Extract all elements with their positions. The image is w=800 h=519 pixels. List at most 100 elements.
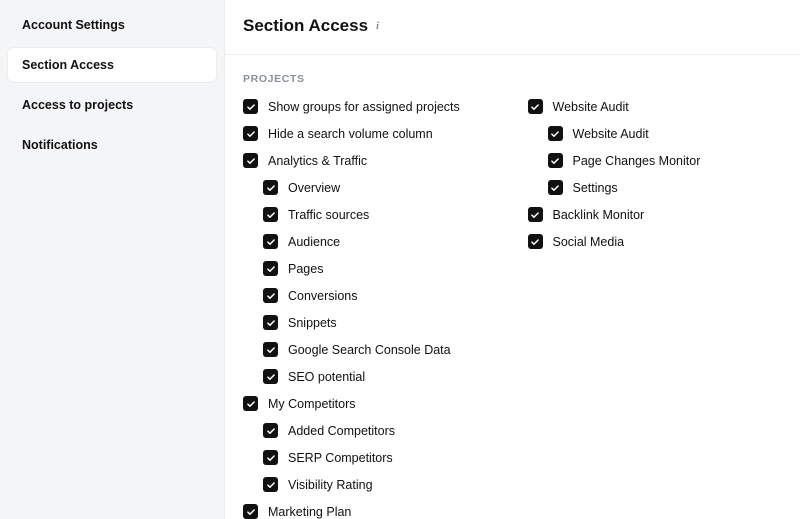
checkbox[interactable] (528, 99, 543, 114)
check-label: Settings (573, 181, 618, 195)
checkbox[interactable] (548, 153, 563, 168)
check-label: Social Media (553, 235, 625, 249)
checkbox[interactable] (263, 315, 278, 330)
check-label: Added Competitors (288, 424, 395, 438)
check-icon (266, 183, 276, 193)
checkbox[interactable] (528, 207, 543, 222)
check-icon (246, 102, 256, 112)
checkbox[interactable] (263, 450, 278, 465)
check-icon (266, 210, 276, 220)
checkbox[interactable] (243, 99, 258, 114)
checkbox[interactable] (263, 342, 278, 357)
check-row: Traffic sources (263, 207, 498, 222)
column-left: Show groups for assigned projects Hide a… (243, 99, 498, 519)
check-label: Conversions (288, 289, 357, 303)
check-label: Overview (288, 181, 340, 195)
main: Section Access i PROJECTS Show groups fo… (224, 0, 800, 519)
check-label: Audience (288, 235, 340, 249)
checkbox[interactable] (263, 261, 278, 276)
check-label: SEO potential (288, 370, 365, 384)
check-label: Website Audit (573, 127, 649, 141)
check-row: Website Audit (548, 126, 783, 141)
check-label: Traffic sources (288, 208, 369, 222)
check-label: Backlink Monitor (553, 208, 645, 222)
check-row: SERP Competitors (263, 450, 498, 465)
check-icon (246, 507, 256, 517)
check-label: My Competitors (268, 397, 356, 411)
sidebar-item-account-settings[interactable]: Account Settings (8, 8, 216, 42)
checkbox[interactable] (243, 126, 258, 141)
check-icon (266, 480, 276, 490)
page-title-text: Section Access (243, 16, 368, 36)
page-title: Section Access i (243, 16, 379, 36)
check-row: Social Media (528, 234, 783, 249)
check-icon (246, 129, 256, 139)
check-row: Show groups for assigned projects (243, 99, 498, 114)
check-label: Analytics & Traffic (268, 154, 367, 168)
checkbox[interactable] (263, 207, 278, 222)
check-label: Google Search Console Data (288, 343, 451, 357)
checkbox[interactable] (548, 126, 563, 141)
check-row: Added Competitors (263, 423, 498, 438)
check-row: SEO potential (263, 369, 498, 384)
check-icon (266, 237, 276, 247)
check-icon (266, 264, 276, 274)
checkbox[interactable] (263, 288, 278, 303)
check-label: Website Audit (553, 100, 629, 114)
sidebar-item-notifications[interactable]: Notifications (8, 128, 216, 162)
info-icon[interactable]: i (376, 20, 379, 32)
group-heading-projects: PROJECTS (243, 73, 782, 85)
checkbox[interactable] (263, 477, 278, 492)
check-icon (266, 453, 276, 463)
check-label: Page Changes Monitor (573, 154, 701, 168)
check-icon (530, 210, 540, 220)
check-row: Backlink Monitor (528, 207, 783, 222)
check-icon (550, 129, 560, 139)
check-row: Visibility Rating (263, 477, 498, 492)
check-icon (246, 156, 256, 166)
columns: Show groups for assigned projects Hide a… (243, 99, 782, 519)
content: PROJECTS Show groups for assigned projec… (225, 55, 800, 519)
check-row: Analytics & Traffic (243, 153, 498, 168)
check-icon (550, 156, 560, 166)
checkbox[interactable] (243, 396, 258, 411)
checkbox[interactable] (243, 153, 258, 168)
sidebar: Account Settings Section Access Access t… (0, 0, 224, 519)
check-label: Visibility Rating (288, 478, 373, 492)
check-row: Google Search Console Data (263, 342, 498, 357)
check-row: Settings (548, 180, 783, 195)
check-label: Hide a search volume column (268, 127, 433, 141)
check-row: My Competitors (243, 396, 498, 411)
check-icon (266, 345, 276, 355)
check-label: Snippets (288, 316, 337, 330)
checkbox[interactable] (263, 369, 278, 384)
checkbox[interactable] (263, 234, 278, 249)
check-icon (530, 237, 540, 247)
checkbox[interactable] (263, 423, 278, 438)
check-icon (266, 291, 276, 301)
check-row: Page Changes Monitor (548, 153, 783, 168)
column-right: Website Audit Website Audit Page Changes… (528, 99, 783, 519)
checkbox[interactable] (528, 234, 543, 249)
check-row: Marketing Plan (243, 504, 498, 519)
sidebar-item-section-access[interactable]: Section Access (8, 48, 216, 82)
check-icon (550, 183, 560, 193)
check-row: Conversions (263, 288, 498, 303)
check-icon (530, 102, 540, 112)
check-row: Website Audit (528, 99, 783, 114)
page-header: Section Access i (225, 0, 800, 55)
check-label: Pages (288, 262, 323, 276)
check-row: Overview (263, 180, 498, 195)
check-icon (266, 372, 276, 382)
checkbox[interactable] (548, 180, 563, 195)
check-icon (266, 318, 276, 328)
checkbox[interactable] (243, 504, 258, 519)
check-icon (246, 399, 256, 409)
check-label: SERP Competitors (288, 451, 393, 465)
check-row: Hide a search volume column (243, 126, 498, 141)
check-label: Show groups for assigned projects (268, 100, 460, 114)
check-label: Marketing Plan (268, 505, 351, 519)
checkbox[interactable] (263, 180, 278, 195)
sidebar-item-access-to-projects[interactable]: Access to projects (8, 88, 216, 122)
check-icon (266, 426, 276, 436)
